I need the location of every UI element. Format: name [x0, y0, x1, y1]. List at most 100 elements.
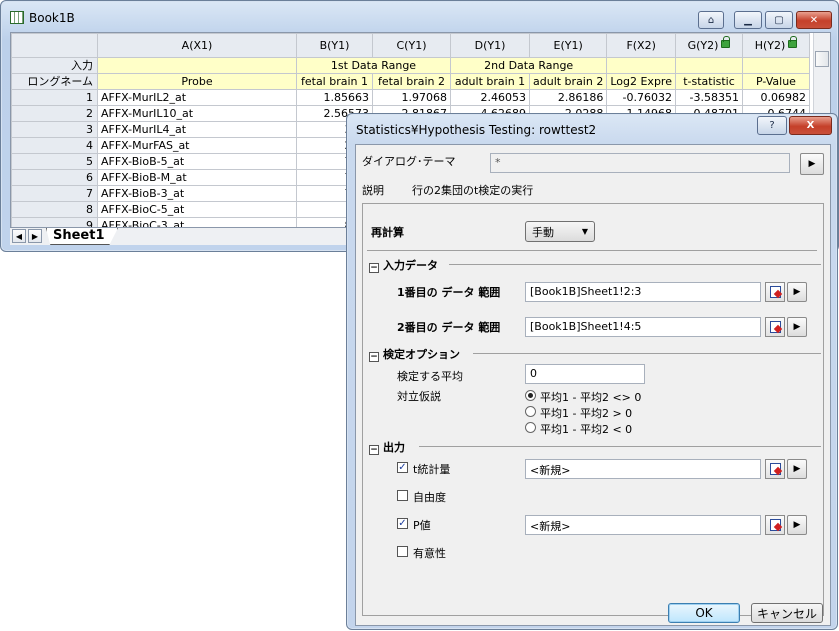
maximize-button[interactable]: ▢: [765, 11, 793, 29]
recalc-value: 手動: [532, 225, 554, 239]
probe-cell[interactable]: AFFX-BioB-M_at: [97, 169, 297, 186]
row-number[interactable]: 7: [11, 185, 98, 202]
col-header-a[interactable]: A(X1): [97, 33, 297, 58]
range-select-icon[interactable]: [765, 282, 785, 302]
pvalue-output-field[interactable]: <新規>: [525, 515, 761, 535]
probe-cell[interactable]: AFFX-BioC-3_at: [97, 217, 297, 227]
hypothesis-radio-ne[interactable]: [525, 390, 536, 401]
row-number[interactable]: 4: [11, 137, 98, 154]
range-select-icon[interactable]: [765, 459, 785, 479]
range-select-icon[interactable]: [765, 515, 785, 535]
test-options-group-label: 検定オプション: [383, 348, 460, 361]
recalc-dropdown[interactable]: 手動 ▼: [525, 221, 595, 242]
minimize-button[interactable]: ▁: [734, 11, 762, 29]
input-data-group[interactable]: − 入力データ: [369, 257, 821, 273]
significance-checkbox[interactable]: [397, 546, 408, 557]
row-label-longname[interactable]: ロングネーム: [11, 73, 98, 90]
hypothesis-radio-lt[interactable]: [525, 422, 536, 433]
tab-scroll-left-button[interactable]: ◀: [12, 229, 26, 243]
value-cell[interactable]: -3.58351: [674, 89, 743, 106]
longname-cell[interactable]: Log2 Expre: [606, 73, 676, 90]
test-options-group[interactable]: − 検定オプション: [369, 346, 821, 362]
value-cell[interactable]: 0.06982: [741, 89, 810, 106]
rowttest2-dialog: Statistics¥Hypothesis Testing: rowttest2…: [346, 113, 838, 630]
probe-cell[interactable]: AFFX-MurIL4_at: [97, 121, 297, 138]
longname-cell[interactable]: fetal brain 1: [296, 73, 373, 90]
hypothesis-radio-gt[interactable]: [525, 406, 536, 417]
row-number[interactable]: 2: [11, 105, 98, 122]
longname-cell[interactable]: Probe: [97, 73, 297, 90]
row-number[interactable]: 8: [11, 201, 98, 218]
col-header-h[interactable]: H(Y2): [741, 33, 810, 58]
longname-cell[interactable]: t-statistic: [674, 73, 743, 90]
tstat-output-field[interactable]: <新規>: [525, 459, 761, 479]
value-cell[interactable]: 1.97068: [372, 89, 451, 106]
longname-row: ロングネーム Probe fetal brain 1 fetal brain 2…: [11, 73, 810, 90]
range1-field[interactable]: [Book1B]Sheet1!2:3: [525, 282, 761, 302]
table-row: 1 AFFX-MurIL2_at 1.85663 1.97068 2.46053 2.86…: [11, 89, 810, 106]
probe-cell[interactable]: AFFX-BioB-5_at: [97, 153, 297, 170]
value-cell[interactable]: 2.86186: [528, 89, 608, 106]
row-number[interactable]: 9: [11, 217, 98, 227]
input-cell[interactable]: 2nd Data Range: [449, 57, 608, 74]
df-checkbox[interactable]: [397, 490, 408, 501]
col-header-b[interactable]: B(Y1): [296, 33, 373, 58]
input-cell[interactable]: [97, 57, 297, 74]
range2-field[interactable]: [Book1B]Sheet1!4:5: [525, 317, 761, 337]
col-header-c[interactable]: C(Y1): [372, 33, 451, 58]
dialog-titlebar[interactable]: Statistics¥Hypothesis Testing: rowttest2…: [347, 114, 837, 146]
mean-field[interactable]: 0: [525, 364, 645, 384]
row-number[interactable]: 1: [11, 89, 98, 106]
home-button[interactable]: ⌂: [698, 11, 724, 29]
value-cell[interactable]: 2.46053: [450, 89, 530, 106]
dialog-close-button[interactable]: X: [789, 116, 832, 135]
col-header-f[interactable]: F(X2): [606, 33, 676, 58]
scroll-thumb[interactable]: [815, 51, 829, 67]
lock-icon: [721, 36, 731, 48]
ok-button[interactable]: OK: [668, 603, 740, 623]
probe-cell[interactable]: AFFX-MurIL10_at: [97, 105, 297, 122]
dialog-body: ダイアログ･テーマ * ▶ 説明 行の2集団のt検定の実行 再計算 手動 ▼ − 入…: [355, 144, 831, 626]
cancel-button[interactable]: キャンセル: [751, 603, 823, 623]
row-number[interactable]: 6: [11, 169, 98, 186]
probe-cell[interactable]: AFFX-MurIL2_at: [97, 89, 297, 106]
col-header-e[interactable]: E(Y1): [528, 33, 608, 58]
longname-cell[interactable]: adult brain 1: [450, 73, 530, 90]
tstat-checkbox[interactable]: ✓: [397, 462, 408, 473]
help-button[interactable]: ?: [757, 116, 787, 135]
longname-cell[interactable]: P-Value: [741, 73, 810, 90]
sheet-tab-sheet1[interactable]: Sheet1: [46, 228, 118, 245]
tab-scroll-right-button[interactable]: ▶: [28, 229, 42, 243]
hypothesis-option: 平均1 - 平均2 <> 0: [540, 391, 642, 404]
input-cell[interactable]: [741, 57, 810, 74]
probe-cell[interactable]: AFFX-BioB-3_at: [97, 185, 297, 202]
input-cell[interactable]: 1st Data Range: [296, 57, 451, 74]
input-cell[interactable]: [674, 57, 743, 74]
input-cell[interactable]: [606, 57, 676, 74]
workbook-titlebar[interactable]: Book1B ⌂ ▁ ▢ ✕: [1, 1, 838, 33]
row-number[interactable]: 5: [11, 153, 98, 170]
range2-menu-button[interactable]: ▶: [787, 317, 807, 337]
row-number[interactable]: 3: [11, 121, 98, 138]
workbook-close-button[interactable]: ✕: [796, 11, 832, 29]
df-label: 自由度: [413, 491, 446, 504]
tstat-menu-button[interactable]: ▶: [787, 459, 807, 479]
pvalue-menu-button[interactable]: ▶: [787, 515, 807, 535]
output-group[interactable]: − 出力: [369, 439, 821, 455]
longname-cell[interactable]: fetal brain 2: [372, 73, 451, 90]
theme-field[interactable]: *: [490, 153, 790, 173]
probe-cell[interactable]: AFFX-MurFAS_at: [97, 137, 297, 154]
value-cell[interactable]: 1.85663: [296, 89, 373, 106]
theme-menu-button[interactable]: ▶: [800, 153, 824, 175]
workbook-title: Book1B: [29, 11, 75, 25]
longname-cell[interactable]: adult brain 2: [528, 73, 608, 90]
corner-cell[interactable]: [11, 33, 98, 58]
row-label-input[interactable]: 入力: [11, 57, 98, 74]
range-select-icon[interactable]: [765, 317, 785, 337]
col-header-g[interactable]: G(Y2): [674, 33, 743, 58]
pvalue-checkbox[interactable]: ✓: [397, 518, 408, 529]
range1-menu-button[interactable]: ▶: [787, 282, 807, 302]
probe-cell[interactable]: AFFX-BioC-5_at: [97, 201, 297, 218]
value-cell[interactable]: -0.76032: [606, 89, 676, 106]
col-header-d[interactable]: D(Y1): [450, 33, 530, 58]
